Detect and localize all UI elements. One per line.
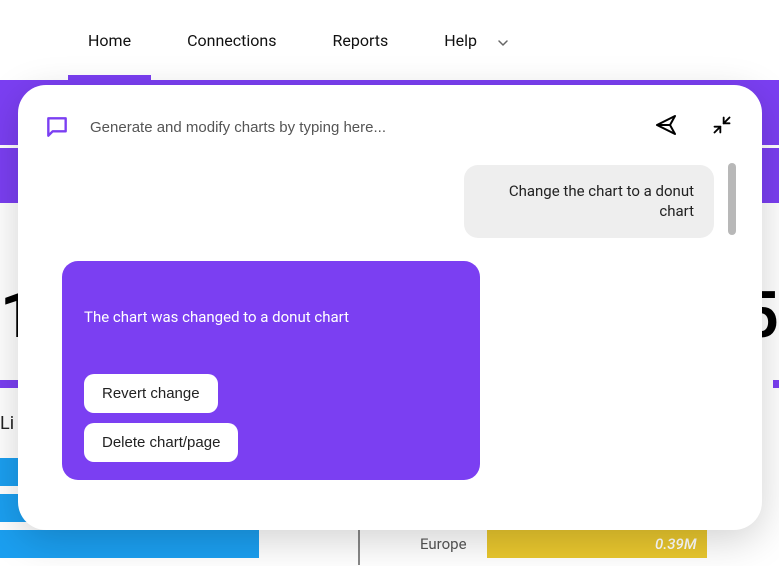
- nav-help[interactable]: Help: [416, 0, 537, 80]
- revert-change-button[interactable]: Revert change: [84, 374, 218, 413]
- send-button[interactable]: [652, 113, 680, 141]
- delete-chart-button[interactable]: Delete chart/page: [84, 423, 238, 462]
- nav-label: Connections: [187, 31, 276, 50]
- assistant-actions: Revert change Delete chart/page: [84, 374, 458, 462]
- bar-chart-bar: [0, 530, 259, 558]
- top-nav: Home Connections Reports Help: [0, 0, 779, 80]
- chat-input[interactable]: [90, 119, 632, 136]
- collapse-icon: [712, 115, 732, 139]
- chat-panel: Change the chart to a donut chart The ch…: [18, 85, 762, 530]
- message-text: Change the chart to a donut chart: [509, 182, 694, 220]
- kpi-underline-right: [773, 380, 779, 388]
- scrollbar-thumb[interactable]: [728, 163, 736, 235]
- chart-y-label-fragment: Li: [0, 413, 14, 434]
- send-icon: [654, 113, 678, 141]
- nav-label: Home: [88, 31, 131, 50]
- message-text: The chart was changed to a donut chart: [84, 307, 458, 328]
- bar-value-label: 0.39M: [655, 535, 697, 553]
- nav-connections[interactable]: Connections: [159, 0, 304, 80]
- nav-label: Help: [444, 31, 477, 50]
- user-message: Change the chart to a donut chart: [464, 165, 714, 238]
- assistant-message: The chart was changed to a donut chart R…: [62, 261, 480, 480]
- chat-header: [44, 109, 736, 145]
- chart-row-europe: Europe 0.39M: [420, 530, 707, 558]
- collapse-button[interactable]: [708, 113, 736, 141]
- chat-icon: [44, 114, 70, 140]
- chat-body: Change the chart to a donut chart The ch…: [44, 163, 736, 512]
- chevron-down-icon: [497, 34, 509, 46]
- nav-home[interactable]: Home: [60, 0, 159, 80]
- region-label: Europe: [420, 535, 467, 553]
- bar-chart-bar-yellow: 0.39M: [487, 530, 707, 558]
- nav-label: Reports: [332, 31, 388, 50]
- nav-reports[interactable]: Reports: [304, 0, 416, 80]
